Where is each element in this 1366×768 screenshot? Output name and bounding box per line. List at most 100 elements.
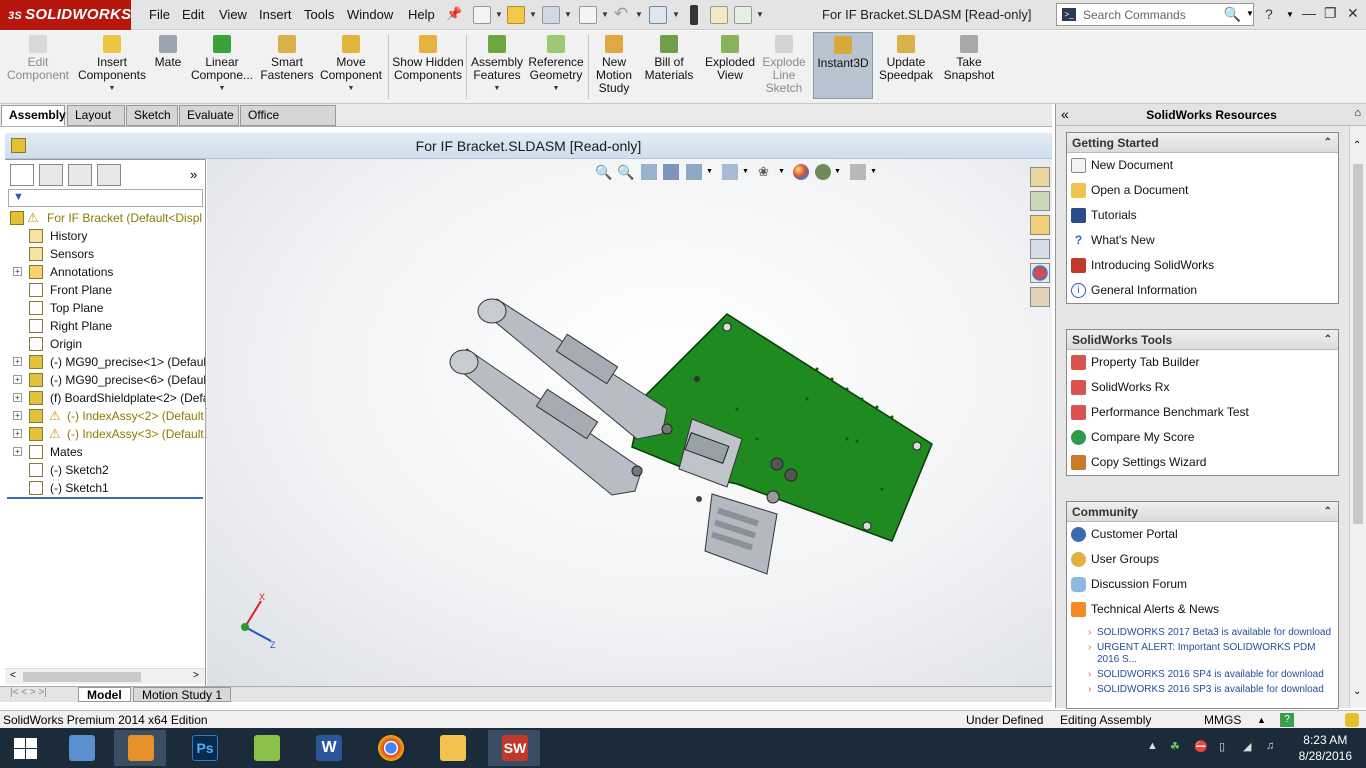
tab-office-products[interactable]: Office Products [240, 105, 336, 141]
expand-icon[interactable]: + [13, 447, 22, 456]
assembly-model[interactable] [437, 289, 937, 579]
taskbar-file-explorer[interactable] [426, 730, 478, 766]
tutorials-link[interactable]: Tutorials [1067, 203, 1338, 228]
close-icon[interactable]: ✕ [1347, 5, 1359, 22]
chevron-down-icon[interactable]: ▼ [1286, 10, 1294, 19]
units-selector[interactable]: MMGS [1204, 711, 1241, 729]
tree-filter-input[interactable]: ▼ [8, 189, 203, 207]
scrollbar-thumb[interactable] [1353, 164, 1363, 524]
design-library-icon[interactable] [1030, 191, 1050, 211]
search-icon[interactable]: 🔍 [1224, 6, 1241, 23]
tree-item[interactable]: + (f) BoardShieldplate<2> (Defa [5, 389, 205, 407]
scroll-left-icon[interactable]: < [10, 670, 16, 681]
move-component-button[interactable]: Move Component ▼ [318, 35, 384, 95]
tab-motion-study-1[interactable]: Motion Study 1 [133, 687, 232, 702]
chevron-down-icon[interactable]: ▼ [564, 10, 572, 19]
open-document-link[interactable]: Open a Document [1067, 178, 1338, 203]
tag-icon[interactable] [1345, 713, 1359, 727]
tree-item[interactable]: + (-) MG90_precise<1> (Defaul [5, 353, 205, 371]
chevron-down-icon[interactable]: ▼ [318, 82, 384, 95]
discussion-forum-link[interactable]: Discussion Forum [1067, 572, 1338, 597]
tree-item[interactable]: (-) Sketch2 [5, 461, 205, 479]
chevron-down-icon[interactable]: ▼ [601, 10, 609, 19]
print-icon[interactable] [579, 6, 597, 24]
performance-benchmark-link[interactable]: Performance Benchmark Test [1067, 400, 1338, 425]
general-information-link[interactable]: i General Information [1067, 278, 1338, 303]
chevron-down-icon[interactable]: ▼ [778, 168, 785, 175]
tree-item[interactable]: History [5, 227, 205, 245]
chevron-down-icon[interactable]: ▼ [529, 10, 537, 19]
open-folder-icon[interactable] [507, 6, 525, 24]
linear-component-pattern-button[interactable]: Linear Compone... ▼ [188, 35, 256, 95]
save-icon[interactable] [542, 6, 560, 24]
introducing-solidworks-link[interactable]: Introducing SolidWorks [1067, 253, 1338, 278]
select-cursor-icon[interactable] [649, 6, 667, 24]
property-tab-builder-link[interactable]: Property Tab Builder [1067, 350, 1338, 375]
user-groups-link[interactable]: User Groups [1067, 547, 1338, 572]
new-motion-study-button[interactable]: New Motion Study [590, 35, 638, 95]
dynamic-annotation-icon[interactable] [686, 164, 702, 180]
featuremanager-tree-icon[interactable] [10, 164, 34, 186]
chevron-down-icon[interactable]: ▼ [834, 168, 841, 175]
chevron-down-icon[interactable]: ▼ [706, 168, 713, 175]
chevron-down-icon[interactable]: ▼ [742, 168, 749, 175]
menu-tools[interactable]: Tools [304, 7, 334, 22]
start-button[interactable] [0, 730, 52, 766]
taskbar-chrome[interactable] [364, 730, 416, 766]
scrollbar-thumb[interactable] [23, 672, 141, 682]
menu-file[interactable]: File [149, 7, 170, 22]
tree-item[interactable]: Sensors [5, 245, 205, 263]
tree-item[interactable]: (-) Sketch1 [5, 479, 205, 497]
menu-window[interactable]: Window [347, 7, 393, 22]
instant3d-button[interactable]: Instant3D [813, 32, 873, 99]
scroll-down-icon[interactable]: ⌄ [1353, 686, 1361, 697]
chevron-down-icon[interactable]: ▼ [672, 10, 680, 19]
show-hidden-components-button[interactable]: Show Hidden Components [392, 35, 464, 82]
battery-icon[interactable]: ▯ [1219, 740, 1225, 753]
news-item[interactable]: › URGENT ALERT: Important SOLIDWORKS PDM … [1067, 642, 1338, 666]
taskbar-media-player[interactable] [114, 730, 166, 766]
taskbar-solidworks[interactable]: SW [488, 730, 540, 766]
home-icon[interactable] [1030, 167, 1050, 187]
custom-properties-icon[interactable] [1030, 287, 1050, 307]
whats-new-link[interactable]: ? What's New [1067, 228, 1338, 253]
security-icon[interactable]: ⛔ [1194, 740, 1208, 753]
insert-components-button[interactable]: Insert Components ▼ [76, 35, 148, 95]
exploded-view-button[interactable]: Exploded View [702, 35, 758, 82]
new-document-icon[interactable] [473, 6, 491, 24]
chevron-down-icon[interactable]: ▼ [495, 10, 503, 19]
configuration-manager-icon[interactable] [68, 164, 92, 186]
chevron-down-icon[interactable]: ▼ [635, 10, 643, 19]
tab-assembly[interactable]: Assembly [1, 105, 66, 126]
news-item[interactable]: › SOLIDWORKS 2016 SP3 is available for do… [1067, 684, 1338, 696]
expand-icon[interactable]: + [13, 411, 22, 420]
view-orientation-icon[interactable] [722, 164, 738, 180]
expand-icon[interactable]: + [13, 375, 22, 384]
collapse-section-icon[interactable]: ⌃ [1324, 330, 1332, 350]
help-icon[interactable]: ? [1280, 713, 1294, 727]
pin-icon[interactable]: ⌂ [1354, 107, 1361, 119]
explode-line-sketch-button[interactable]: Explode Line Sketch [760, 35, 808, 95]
collapse-section-icon[interactable]: ⌃ [1324, 502, 1332, 522]
section-view-icon[interactable] [663, 164, 679, 180]
expand-icon[interactable]: + [13, 357, 22, 366]
show-hidden-icons-arrow[interactable]: ▲ [1147, 740, 1158, 752]
wifi-icon[interactable]: ◢ [1243, 740, 1251, 753]
chevron-down-icon[interactable]: ▼ [1246, 9, 1254, 18]
solidworks-logo[interactable]: 3S SOLIDWORKS [0, 0, 131, 30]
expand-icon[interactable]: + [13, 267, 22, 276]
rollback-bar[interactable] [7, 497, 203, 499]
task-pane-scrollbar[interactable]: ⌃ ⌄ [1349, 126, 1366, 708]
menu-edit[interactable]: Edit [182, 7, 204, 22]
view-palette-icon[interactable] [1030, 239, 1050, 259]
news-item[interactable]: › SOLIDWORKS 2017 Beta3 is available for … [1067, 627, 1338, 639]
update-speedpak-button[interactable]: Update Speedpak [876, 35, 936, 82]
previous-view-icon[interactable] [641, 164, 657, 180]
tab-model[interactable]: Model [78, 687, 131, 702]
chevron-down-icon[interactable]: ▼ [468, 82, 526, 95]
volume-icon[interactable]: ♫ [1266, 740, 1274, 752]
file-explorer-icon[interactable] [1030, 215, 1050, 235]
restore-icon[interactable]: ❐ [1324, 5, 1337, 22]
tree-horizontal-scrollbar[interactable]: < > [5, 668, 205, 684]
graphics-area[interactable]: 🔍 🔍 ▼ ▼ ❀ ▼ ▼ ▼ X Z [207, 159, 1052, 686]
